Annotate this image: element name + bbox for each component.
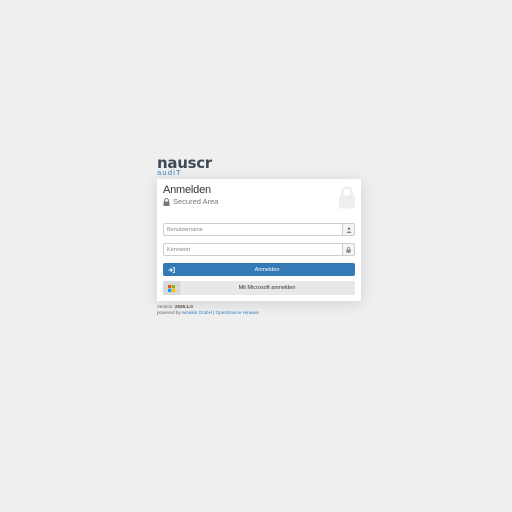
login-button-label: Anmelden (254, 266, 280, 273)
secured-area-label: Secured Area (163, 197, 218, 206)
padlock-watermark-icon (338, 185, 356, 209)
microsoft-login-button[interactable]: Mit Microsoft anmelden (163, 281, 355, 295)
page-footer: Version: 2025.1.0 powered by winakin Gmb… (157, 304, 259, 316)
login-title: Anmelden (163, 184, 211, 196)
opensource-notice-link[interactable]: OpenSource Hinweis (216, 310, 259, 315)
powered-by-text: powered by (157, 310, 181, 315)
login-button[interactable]: Anmelden (163, 263, 355, 276)
powered-by-line: powered by winakin GmbH | OpenSource Hin… (157, 310, 259, 316)
username-field[interactable] (163, 223, 355, 236)
logo-subline: audiT services (157, 169, 182, 177)
microsoft-login-label: Mit Microsoft anmelden (238, 285, 296, 291)
user-icon (342, 224, 354, 235)
footer-separator: | (213, 310, 215, 315)
version-label: Version: (157, 304, 174, 309)
version-number: 2025.1.0 (174, 304, 193, 309)
login-card: Anmelden Secured Area Benutzername Anmel… (157, 179, 361, 301)
lock-icon (163, 197, 170, 206)
lock-icon (342, 244, 354, 255)
password-input[interactable] (164, 244, 343, 255)
password-field[interactable] (163, 243, 355, 256)
secured-area-text: Secured Area (173, 197, 219, 206)
brand-logo: nauscr audiT services (157, 155, 215, 177)
sign-in-icon (163, 263, 179, 276)
company-link[interactable]: winakin GmbH (182, 310, 212, 315)
login-page: nauscr audiT services Anmelden Secured A… (0, 0, 512, 512)
username-input[interactable] (164, 224, 343, 235)
microsoft-logo-icon (163, 281, 180, 295)
